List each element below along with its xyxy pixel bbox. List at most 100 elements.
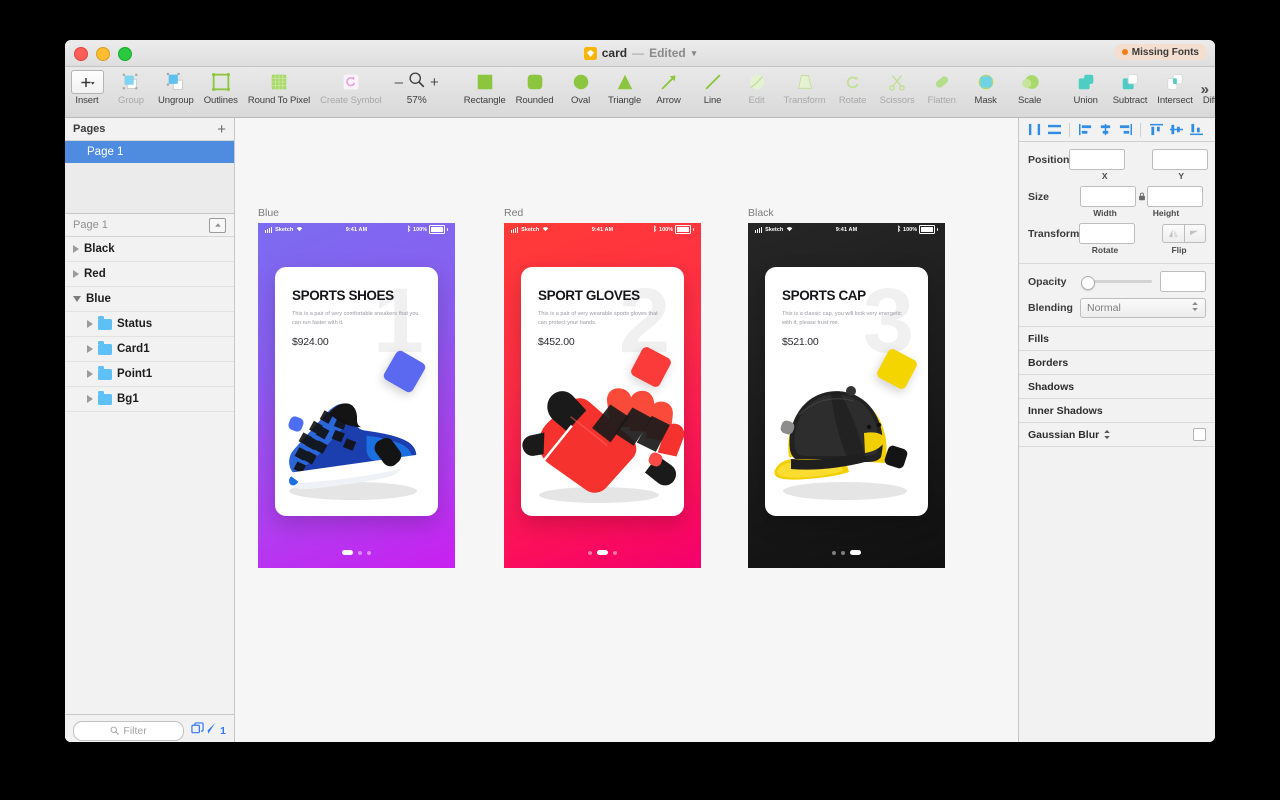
dot-3[interactable] [613,550,617,555]
union-tool[interactable]: Union [1064,70,1108,106]
chevron-right-icon[interactable] [87,320,93,328]
zoom-out-button[interactable]: – [395,75,403,90]
position-y-input[interactable] [1152,149,1209,170]
layer-row-status[interactable]: Status [65,312,234,337]
chevron-right-icon[interactable] [87,370,93,378]
section-gaussian-blur[interactable]: Gaussian Blur [1019,423,1215,447]
section-fills[interactable]: Fills [1019,327,1215,351]
layer-row-point1[interactable]: Point1 [65,362,234,387]
layer-row-card1[interactable]: Card1 [65,337,234,362]
opacity-slider-knob[interactable] [1081,275,1095,290]
collapse-layers-button[interactable] [209,217,226,233]
toolbar-overflow-button[interactable]: » [1201,81,1209,98]
position-x-input[interactable] [1069,149,1126,170]
align-left-icon[interactable] [1075,121,1095,139]
scale-tool[interactable]: Scale [1008,70,1052,106]
flatten-tool[interactable]: Flatten [920,70,964,106]
layer-row-bg1[interactable]: Bg1 [65,387,234,412]
artboard-blue[interactable]: Blue Sketch 9:41 AM 100% 1 SPORTS SHOES … [258,207,455,568]
dot-2[interactable] [597,550,608,555]
blur-type-stepper-icon[interactable] [1103,429,1111,440]
align-top-icon[interactable] [1146,121,1166,139]
dot-3[interactable] [367,550,371,555]
align-middle-vertical-icon[interactable] [1166,121,1186,139]
zoom-in-button[interactable]: + [430,75,439,90]
group-button[interactable]: Group [109,70,153,106]
align-center-horizontal-icon[interactable] [1095,121,1115,139]
pen-icon[interactable] [206,722,218,740]
artboard-black[interactable]: Black Sketch 9:41 AM 100% 3 SPORTS CAP T… [748,207,945,568]
chevron-down-icon[interactable] [73,296,81,302]
chevron-right-icon[interactable] [73,270,79,278]
rotate-tool[interactable]: Rotate [831,70,875,106]
section-shadows[interactable]: Shadows [1019,375,1215,399]
ungroup-button[interactable]: Ungroup [153,70,199,106]
product-card[interactable]: 2 SPORT GLOVES This is a pair of very we… [521,267,684,516]
align-right-icon[interactable] [1115,121,1135,139]
section-borders[interactable]: Borders [1019,351,1215,375]
line-tool[interactable]: Line [691,70,735,106]
lock-aspect-icon[interactable] [1136,192,1147,201]
layer-row-blue[interactable]: Blue [65,287,234,312]
opacity-slider[interactable] [1081,275,1152,290]
dot-1[interactable] [832,550,836,555]
arrow-tool[interactable]: Arrow [647,70,691,106]
opacity-input[interactable] [1160,271,1206,292]
rectangle-tool[interactable]: Rectangle [459,70,511,106]
distribute-vertically-icon[interactable] [1044,121,1064,139]
create-symbol-button[interactable]: Create Symbol [315,70,387,106]
blending-select[interactable]: Normal [1080,298,1206,318]
product-card[interactable]: 1 SPORTS SHOES This is a pair of very co… [275,267,438,516]
chevron-right-icon[interactable] [87,395,93,403]
gaussian-blur-checkbox[interactable] [1193,428,1206,441]
duplicate-icon[interactable] [191,722,204,740]
chevron-right-icon[interactable] [73,245,79,253]
add-page-button[interactable]: + [217,122,226,137]
artboard-canvas[interactable]: Sketch 9:41 AM 100% 2 SPORT GLOVES This … [504,223,701,568]
dot-2[interactable] [841,550,845,555]
subtract-tool[interactable]: Subtract [1108,70,1153,106]
page-indicator-dots[interactable] [748,550,945,555]
dot-2[interactable] [358,550,362,555]
round-to-pixel-button[interactable]: Round To Pixel [243,70,315,106]
outlines-button[interactable]: Outlines [199,70,243,106]
insert-button[interactable]: Insert [65,70,109,106]
flip-vertical-button[interactable] [1184,224,1206,243]
dot-1[interactable] [588,550,592,555]
rounded-tool[interactable]: Rounded [511,70,559,106]
chevron-down-icon[interactable]: ▾ [692,48,697,59]
magnifier-icon[interactable] [408,71,425,93]
distribute-horizontally-icon[interactable] [1024,121,1044,139]
page-indicator-dots[interactable] [504,550,701,555]
width-input[interactable] [1080,186,1136,207]
dot-1[interactable] [342,550,353,555]
section-inner-shadows[interactable]: Inner Shadows [1019,399,1215,423]
layer-row-red[interactable]: Red [65,262,234,287]
oval-tool[interactable]: Oval [559,70,603,106]
intersect-tool[interactable]: Intersect [1152,70,1198,106]
artboard-name-label[interactable]: Blue [258,207,455,219]
page-item-page-1[interactable]: Page 1 [65,141,234,163]
dot-3[interactable] [850,550,861,555]
edit-tool[interactable]: Edit [735,70,779,106]
chevron-right-icon[interactable] [87,345,93,353]
scissors-tool[interactable]: Scissors [875,70,920,106]
height-input[interactable] [1147,186,1203,207]
page-indicator-dots[interactable] [258,550,455,555]
artboard-red[interactable]: Red Sketch 9:41 AM 100% 2 SPORT GLOVES T… [504,207,701,568]
canvas[interactable]: Blue Sketch 9:41 AM 100% 1 SPORTS SHOES … [235,118,1018,742]
transform-tool[interactable]: Transform [779,70,831,106]
missing-fonts-badge[interactable]: Missing Fonts [1113,44,1207,60]
product-card[interactable]: 3 SPORTS CAP This is a classic cap, you … [765,267,928,516]
rotate-input[interactable] [1079,223,1136,244]
artboard-canvas[interactable]: Sketch 9:41 AM 100% 3 SPORTS CAP This is… [748,223,945,568]
filter-input[interactable]: Filter [73,721,185,741]
layer-row-black[interactable]: Black [65,237,234,262]
triangle-tool[interactable]: Triangle [603,70,647,106]
mask-tool[interactable]: Mask [964,70,1008,106]
artboard-name-label[interactable]: Black [748,207,945,219]
artboard-canvas[interactable]: Sketch 9:41 AM 100% 1 SPORTS SHOES This … [258,223,455,568]
artboard-name-label[interactable]: Red [504,207,701,219]
flip-horizontal-button[interactable] [1162,224,1185,243]
align-bottom-icon[interactable] [1186,121,1206,139]
